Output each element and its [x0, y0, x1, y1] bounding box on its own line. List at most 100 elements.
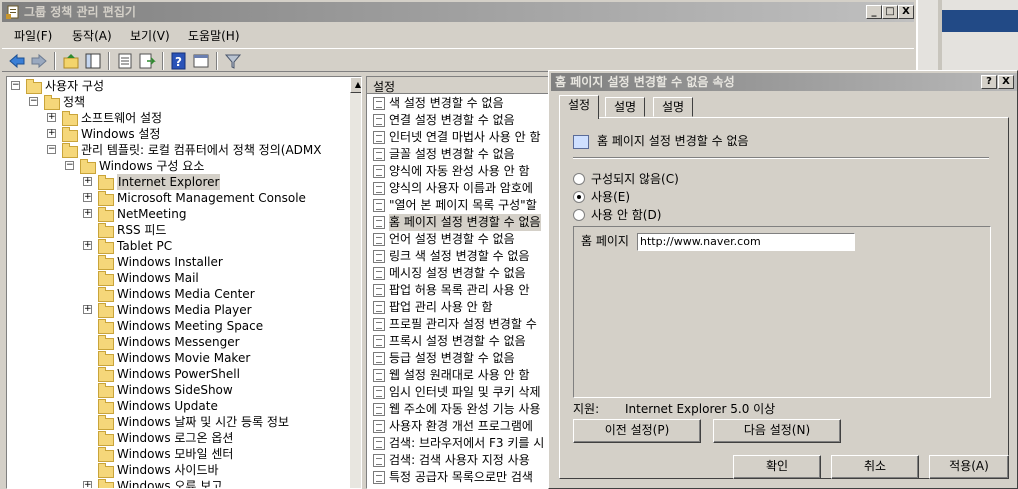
tree-item[interactable]: + Tablet PC [7, 238, 347, 254]
tree-item[interactable]: − 사용자 구성 [7, 78, 347, 94]
list-item-label[interactable]: 웹 주소에 자동 완성 기능 사용 [389, 401, 541, 418]
tree-item[interactable]: + Windows 설정 [7, 126, 347, 142]
list-item-label[interactable]: 연결 설정 변경할 수 없음 [389, 112, 515, 129]
radio-not-configured-label[interactable]: 구성되지 않음(C) [591, 171, 679, 187]
tree-item-label[interactable]: 정책 [63, 94, 85, 110]
expand-icon[interactable]: + [47, 129, 56, 138]
list-item-label[interactable]: 사용자 환경 개선 프로그램에 [389, 418, 533, 435]
back-icon[interactable] [8, 52, 26, 70]
filter-icon[interactable] [224, 52, 242, 70]
tree-item-label[interactable]: RSS 피드 [117, 222, 166, 238]
tree-item-label[interactable]: Windows 모바일 센터 [117, 446, 233, 462]
tree-item[interactable]: RSS 피드 [7, 222, 347, 238]
tree-item-label[interactable]: Windows 사이드바 [117, 462, 219, 478]
menu-help[interactable]: 도움말(H) [188, 27, 240, 44]
list-item-label[interactable]: 인터넷 연결 마법사 사용 안 함 [389, 129, 541, 146]
expand-icon[interactable]: + [47, 113, 56, 122]
tree-item[interactable]: Windows Messenger [7, 334, 347, 350]
list-item-label[interactable]: 등급 설정 변경할 수 없음 [389, 350, 515, 367]
collapse-icon[interactable]: − [29, 97, 38, 106]
expand-icon[interactable]: + [83, 481, 92, 488]
previous-setting-button[interactable]: 이전 설정(P) [573, 419, 701, 443]
tree-item-label[interactable]: Windows Media Center [117, 286, 255, 302]
tree-item-label[interactable]: Windows Installer [117, 254, 223, 270]
tree-item[interactable]: Windows Mail [7, 270, 347, 286]
minimize-button[interactable]: _ [866, 5, 882, 19]
list-item-label[interactable]: 프로필 관리자 설정 변경할 수 [389, 316, 537, 333]
ok-button[interactable]: 확인 [733, 455, 821, 479]
tree-item-label[interactable]: Tablet PC [117, 238, 172, 254]
apply-button[interactable]: 적용(A) [929, 455, 1009, 479]
tree-item-label[interactable]: Windows Messenger [117, 334, 240, 350]
expand-icon[interactable]: + [83, 177, 92, 186]
up-folder-icon[interactable] [62, 52, 80, 70]
list-item-label[interactable]: 글꼴 설정 변경할 수 없음 [389, 146, 515, 163]
expand-icon[interactable]: + [83, 209, 92, 218]
radio-enabled-control[interactable] [573, 191, 585, 203]
export-list-icon[interactable] [116, 52, 134, 70]
radio-disabled-control[interactable] [573, 209, 585, 221]
tree-item[interactable]: Windows 모바일 센터 [7, 446, 347, 462]
tree-item[interactable]: + NetMeeting [7, 206, 347, 222]
tree-item-label[interactable]: Windows PowerShell [117, 366, 240, 382]
tree-item-label[interactable]: Windows SideShow [117, 382, 233, 398]
tab-comment[interactable]: 설명 [653, 97, 694, 117]
help-icon[interactable]: ? [170, 52, 188, 70]
collapse-icon[interactable]: − [65, 161, 74, 170]
list-item-label[interactable]: 프록시 설정 변경할 수 없음 [389, 333, 526, 350]
show-hide-tree-icon[interactable] [84, 52, 102, 70]
menu-view[interactable]: 보기(V) [130, 27, 170, 44]
expand-icon[interactable]: + [83, 305, 92, 314]
list-item-label[interactable]: 메시징 설정 변경할 수 없음 [389, 265, 526, 282]
radio-disabled-label[interactable]: 사용 안 함(D) [591, 207, 661, 223]
tree-item-label[interactable]: Internet Explorer [117, 174, 221, 190]
tree-item-label[interactable]: 사용자 구성 [45, 78, 104, 94]
tree-item-label[interactable]: 소프트웨어 설정 [81, 110, 162, 126]
properties-icon[interactable] [138, 52, 156, 70]
list-item-label[interactable]: "열어 본 페이지 목록 구성"할 [389, 197, 537, 214]
tree-item[interactable]: Windows Update [7, 398, 347, 414]
tree-item-label[interactable]: Microsoft Management Console [117, 190, 306, 206]
list-item-label[interactable]: 팝업 관리 사용 안 함 [389, 299, 493, 316]
tree-item[interactable]: − 정책 [7, 94, 347, 110]
tree-item[interactable]: + 소프트웨어 설정 [7, 110, 347, 126]
list-item-label[interactable]: 홈 페이지 설정 변경할 수 없음 [389, 214, 541, 231]
column-header-setting[interactable]: 설정 [373, 78, 395, 95]
tree-item-label[interactable]: Windows 날짜 및 시간 등록 정보 [117, 414, 289, 430]
tree-item[interactable]: Windows 날짜 및 시간 등록 정보 [7, 414, 347, 430]
list-item-label[interactable]: 웹 설정 원래대로 사용 안 함 [389, 367, 530, 384]
tree-item[interactable]: − 관리 템플릿: 로컬 컴퓨터에서 정책 정의(ADMX [7, 142, 347, 158]
tree-item-label[interactable]: Windows 설정 [81, 126, 160, 142]
radio-not-configured-control[interactable] [573, 173, 585, 185]
next-setting-button[interactable]: 다음 설정(N) [713, 419, 841, 443]
dialog-titlebar[interactable]: 홈 페이지 설정 변경할 수 없음 속성 ? X [551, 73, 1017, 91]
close-button[interactable]: X [898, 5, 914, 19]
tree-item[interactable]: + Windows Media Player [7, 302, 347, 318]
tree-item[interactable]: Windows 로그온 옵션 [7, 430, 347, 446]
tree-item-label[interactable]: Windows Media Player [117, 302, 252, 318]
tree-item[interactable]: + Windows 오류 보고 [7, 478, 347, 488]
dialog-close-button[interactable]: X [998, 75, 1014, 89]
tree-item[interactable]: Windows Meeting Space [7, 318, 347, 334]
tree-item-label[interactable]: NetMeeting [117, 206, 186, 222]
list-item-label[interactable]: 색 설정 변경할 수 없음 [389, 95, 504, 112]
tree-item-label[interactable]: Windows Meeting Space [117, 318, 263, 334]
list-item-label[interactable]: 링크 색 설정 변경할 수 없음 [389, 248, 530, 265]
main-titlebar[interactable]: 그룹 정책 관리 편집기 _ □ X [2, 2, 914, 22]
cancel-button[interactable]: 취소 [831, 455, 919, 479]
tree-item[interactable]: Windows PowerShell [7, 366, 347, 382]
tree-item-label[interactable]: 관리 템플릿: 로컬 컴퓨터에서 정책 정의(ADMX [81, 142, 321, 158]
tab-settings[interactable]: 설정 [559, 95, 600, 119]
tree-item[interactable]: Windows Installer [7, 254, 347, 270]
forward-icon[interactable] [30, 52, 48, 70]
collapse-icon[interactable]: − [47, 145, 56, 154]
tree-item[interactable]: + Microsoft Management Console [7, 190, 347, 206]
list-item-label[interactable]: 양식에 자동 완성 사용 안 함 [389, 163, 530, 180]
tree-item[interactable]: Windows 사이드바 [7, 462, 347, 478]
menu-action[interactable]: 동작(A) [72, 27, 112, 44]
list-item-label[interactable]: 검색: 브라우저에서 F3 키를 시 [389, 435, 544, 452]
collapse-icon[interactable]: − [11, 81, 20, 90]
tree-item-label[interactable]: Windows 오류 보고 [117, 478, 222, 488]
tree-item[interactable]: Windows Movie Maker [7, 350, 347, 366]
list-item-label[interactable]: 임시 인터넷 파일 및 쿠키 삭제 [389, 384, 541, 401]
